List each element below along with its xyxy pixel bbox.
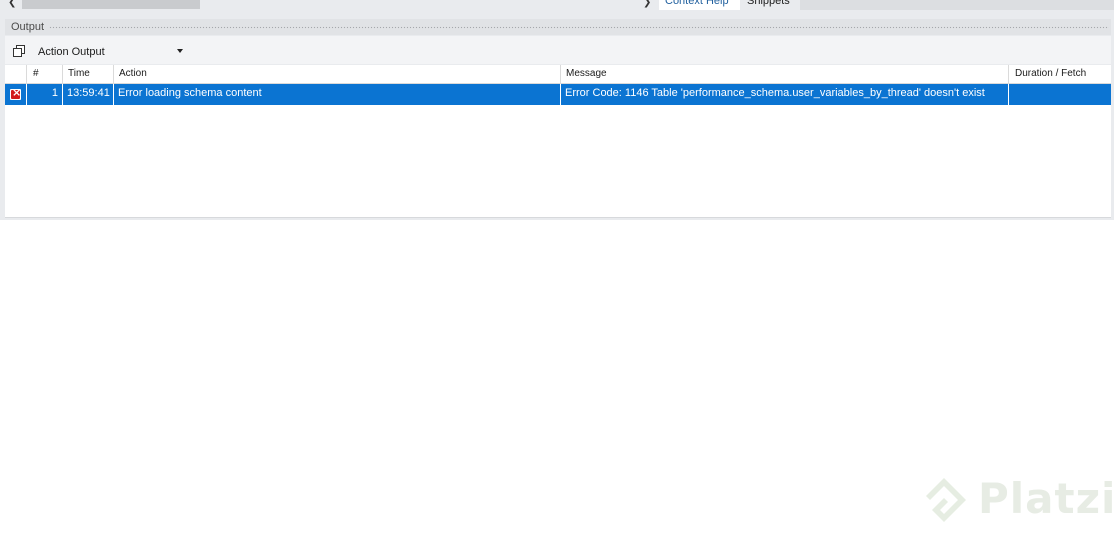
top-strip: ❮ ❯ Context Help Snippets	[0, 0, 1114, 11]
panel-grip[interactable]	[49, 26, 1109, 29]
column-header-action[interactable]: Action	[114, 65, 561, 83]
watermark-text: Platzi	[978, 474, 1114, 523]
row-time: 13:59:41	[63, 84, 114, 105]
row-duration	[1009, 84, 1111, 105]
platzi-watermark: Platzi	[918, 470, 1114, 530]
tab-strip-fill	[800, 0, 1114, 10]
output-panel-header: Output	[5, 19, 1111, 35]
table-row[interactable]: 1 13:59:41 Error loading schema content …	[5, 84, 1111, 105]
grid-header: # Time Action Message Duration / Fetch	[5, 65, 1111, 84]
output-type-select[interactable]: Action Output	[32, 42, 186, 62]
column-header-duration[interactable]: Duration / Fetch	[1009, 65, 1111, 83]
workbench-window: ❮ ❯ Context Help Snippets Output Action …	[0, 0, 1114, 220]
scroll-left-icon[interactable]: ❮	[8, 0, 16, 8]
platzi-logo-icon	[926, 478, 966, 522]
tab-snippets[interactable]: Snippets	[741, 0, 796, 10]
output-type-value: Action Output	[38, 46, 105, 58]
action-output-grid: # Time Action Message Duration / Fetch 1…	[5, 65, 1111, 218]
row-message: Error Code: 1146 Table 'performance_sche…	[561, 84, 1009, 105]
column-header-status[interactable]	[5, 65, 27, 83]
error-icon	[10, 87, 21, 100]
row-number: 1	[27, 84, 63, 105]
row-action: Error loading schema content	[114, 84, 561, 105]
chevron-right-icon[interactable]: ❯	[643, 0, 651, 8]
row-status-cell	[5, 84, 27, 105]
panel-title: Output	[11, 21, 45, 33]
tab-context-help[interactable]: Context Help	[659, 0, 740, 10]
copy-icon[interactable]	[13, 45, 25, 57]
column-header-message[interactable]: Message	[561, 65, 1009, 83]
column-header-time[interactable]: Time	[63, 65, 114, 83]
output-toolbar: Action Output	[5, 36, 1111, 64]
chevron-down-icon[interactable]	[177, 49, 183, 53]
column-header-number[interactable]: #	[27, 65, 63, 83]
horizontal-scrollbar-thumb[interactable]	[22, 0, 200, 9]
